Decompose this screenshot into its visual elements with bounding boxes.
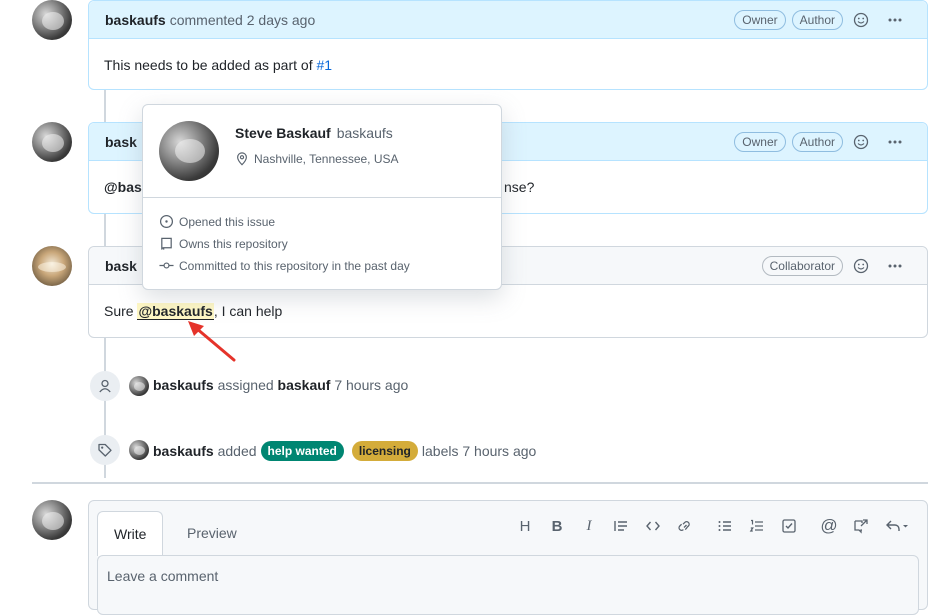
kebab-menu-icon[interactable]	[879, 130, 911, 154]
tag-icon	[90, 435, 120, 465]
hovercard-login[interactable]: baskaufs	[337, 125, 393, 141]
author-badge: Author	[791, 9, 843, 30]
hovercard-fact: Committed to this repository in the past…	[159, 258, 410, 273]
comment-editor: Write Preview H B I @ Leave a comment	[88, 500, 928, 615]
smiley-icon[interactable]	[845, 8, 877, 32]
event-actor[interactable]: baskaufs	[153, 443, 214, 459]
avatar[interactable]	[32, 500, 72, 540]
italic-icon[interactable]: I	[573, 515, 605, 537]
smiley-icon[interactable]	[845, 254, 877, 278]
label-licensing[interactable]: licensing	[351, 441, 418, 461]
mention-icon[interactable]: @	[813, 515, 845, 537]
fact-text: Committed to this repository in the past…	[179, 258, 410, 273]
unordered-list-icon[interactable]	[709, 515, 741, 537]
kebab-menu-icon[interactable]	[879, 8, 911, 32]
issue-reference-link[interactable]: #1	[316, 57, 332, 73]
timeline-line	[104, 90, 106, 122]
location-text: Nashville, Tennessee, USA	[254, 152, 399, 166]
owner-badge: Owner	[734, 9, 786, 30]
comment-author[interactable]: bask	[105, 258, 137, 274]
event-verb: added	[217, 443, 257, 459]
comment-header: baskaufs commented 2 days ago Owner Auth…	[89, 1, 927, 39]
user-hovercard: Steve Baskauf baskaufs Nashville, Tenness…	[142, 104, 502, 290]
location-pin-icon	[237, 152, 247, 166]
event-actor[interactable]: baskaufs	[153, 377, 214, 393]
smiley-icon[interactable]	[845, 130, 877, 154]
repo-icon	[161, 237, 172, 250]
comment-body: This needs to be added as part of #1	[89, 39, 927, 91]
task-list-icon[interactable]	[773, 515, 805, 537]
avatar[interactable]	[32, 122, 72, 162]
hovercard-fact: Owns this repository	[159, 236, 288, 251]
labeled-event: baskaufs added help wanted licensing labe…	[153, 441, 536, 461]
markdown-toolbar: H B I @	[509, 515, 917, 537]
avatar[interactable]	[159, 121, 219, 181]
event-suffix: labels 7 hours ago	[421, 443, 537, 459]
comment-textarea[interactable]: Leave a comment	[97, 555, 919, 615]
assigned-event: baskaufs assigned baskauf 7 hours ago	[153, 377, 408, 393]
event-verb: assigned	[217, 377, 274, 393]
hovercard-fact: Opened this issue	[159, 214, 275, 229]
comment: baskaufs commented 2 days ago Owner Auth…	[88, 0, 928, 90]
collaborator-badge: Collaborator	[761, 255, 843, 276]
issue-opened-icon	[159, 214, 174, 229]
timeline-line	[104, 214, 106, 246]
owner-badge: Owner	[734, 131, 786, 152]
tab-write[interactable]: Write	[97, 511, 164, 556]
fact-text: Owns this repository	[179, 236, 288, 251]
event-time[interactable]: 7 hours ago	[334, 377, 408, 393]
saved-replies-icon[interactable]	[877, 515, 917, 537]
heading-icon[interactable]: H	[509, 515, 541, 537]
avatar[interactable]	[129, 376, 149, 396]
comment-text: , I can help	[213, 303, 283, 319]
avatar[interactable]	[32, 246, 72, 286]
commit-icon	[159, 262, 174, 269]
tab-preview[interactable]: Preview	[171, 511, 253, 555]
comment-author[interactable]: baskaufs	[105, 12, 166, 28]
cross-reference-icon[interactable]	[845, 515, 877, 537]
annotation-arrow-icon	[188, 321, 236, 362]
comment-timestamp[interactable]: commented 2 days ago	[170, 12, 316, 28]
ordered-list-icon[interactable]	[741, 515, 773, 537]
comment-text: This needs to be added as part of	[104, 57, 317, 73]
label-help-wanted[interactable]: help wanted	[260, 441, 344, 461]
comment-text: @bas	[104, 179, 142, 195]
author-badge: Author	[791, 131, 843, 152]
event-target[interactable]: baskauf	[278, 377, 331, 393]
person-icon	[90, 371, 120, 401]
hovercard-name: Steve Baskauf baskaufs	[235, 125, 393, 141]
comment-text: Sure	[104, 303, 138, 319]
hovercard-display-name[interactable]: Steve Baskauf	[235, 125, 331, 141]
comment-text: nse?	[504, 179, 535, 195]
hovercard-divider	[143, 197, 501, 198]
avatar[interactable]	[32, 0, 72, 40]
bold-icon[interactable]: B	[541, 515, 573, 537]
hovercard-location: Nashville, Tennessee, USA	[235, 152, 399, 166]
link-icon[interactable]	[669, 515, 701, 537]
timeline-divider	[32, 482, 928, 484]
fact-text: Opened this issue	[179, 214, 276, 229]
kebab-menu-icon[interactable]	[879, 254, 911, 278]
avatar[interactable]	[129, 440, 149, 460]
code-icon[interactable]	[637, 515, 669, 537]
comment-author[interactable]: bask	[105, 134, 137, 150]
quote-icon[interactable]	[605, 515, 637, 537]
